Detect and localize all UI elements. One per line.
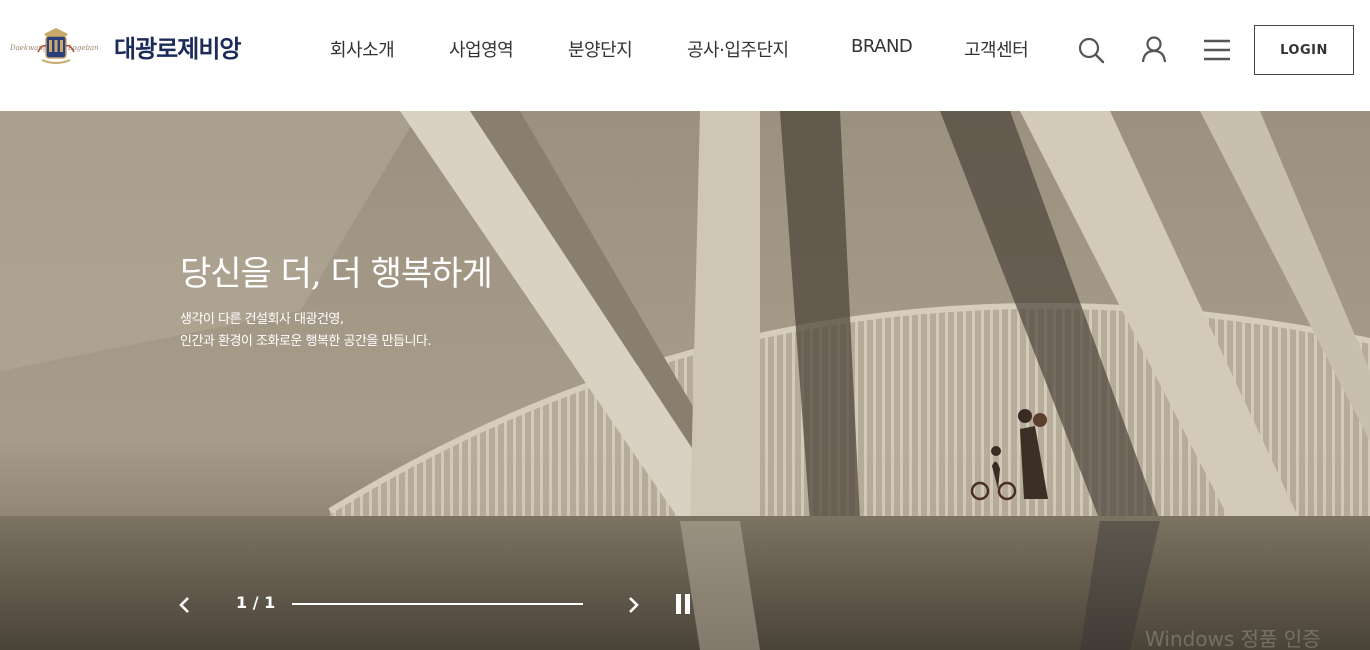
nav-item-brand[interactable]: BRAND bbox=[851, 36, 913, 57]
slide-prev-button[interactable] bbox=[172, 592, 198, 618]
logo-brand-text: 대광로제비앙 bbox=[114, 34, 241, 63]
nav-item-business[interactable]: 사업영역 bbox=[449, 36, 514, 62]
slide-progress-bar bbox=[292, 603, 583, 605]
logo-script-left: Daekwang bbox=[9, 44, 48, 52]
slide-progress-fill bbox=[292, 603, 583, 605]
search-icon[interactable] bbox=[1075, 34, 1107, 66]
site-logo[interactable]: Daekwang Logeban 대광로제비앙 bbox=[8, 22, 241, 70]
hero-background-image bbox=[0, 111, 1370, 650]
slide-pause-button[interactable] bbox=[672, 592, 696, 618]
chevron-left-icon bbox=[179, 597, 189, 613]
site-header: Daekwang Logeban 대광로제비앙 회사소개 사업영역 분양단지 공… bbox=[0, 0, 1370, 111]
nav-item-sales-complex[interactable]: 분양단지 bbox=[568, 36, 633, 62]
hero-banner: 당신을 더, 더 행복하게 생각이 다른 건설회사 대광건영, 인간과 환경이 … bbox=[0, 111, 1370, 650]
nav-item-company[interactable]: 회사소개 bbox=[330, 36, 395, 62]
hero-subtitle: 생각이 다른 건설회사 대광건영, 인간과 환경이 조화로운 행복한 공간을 만… bbox=[180, 309, 432, 353]
nav-item-customer-center[interactable]: 고객센터 bbox=[964, 36, 1029, 62]
slide-counter: 1 / 1 bbox=[236, 593, 276, 612]
windows-activation-watermark: Windows 정품 인증 bbox=[1145, 627, 1321, 650]
slide-next-button[interactable] bbox=[620, 592, 646, 618]
chevron-right-icon bbox=[629, 597, 639, 613]
hero-title: 당신을 더, 더 행복하게 bbox=[180, 254, 493, 294]
login-button[interactable]: LOGIN bbox=[1254, 25, 1354, 75]
nav-item-construction-complex[interactable]: 공사·입주단지 bbox=[687, 36, 789, 62]
user-icon[interactable] bbox=[1138, 34, 1170, 66]
pause-icon-bar-left bbox=[676, 594, 681, 614]
hero-subtitle-line-2: 인간과 환경이 조화로운 행복한 공간을 만듭니다. bbox=[180, 334, 432, 349]
pause-icon-bar-right bbox=[685, 594, 690, 614]
logo-emblem: Daekwang Logeban bbox=[8, 22, 104, 70]
hero-subtitle-line-1: 생각이 다른 건설회사 대광건영, bbox=[180, 312, 344, 327]
hamburger-menu-icon[interactable] bbox=[1200, 34, 1232, 66]
